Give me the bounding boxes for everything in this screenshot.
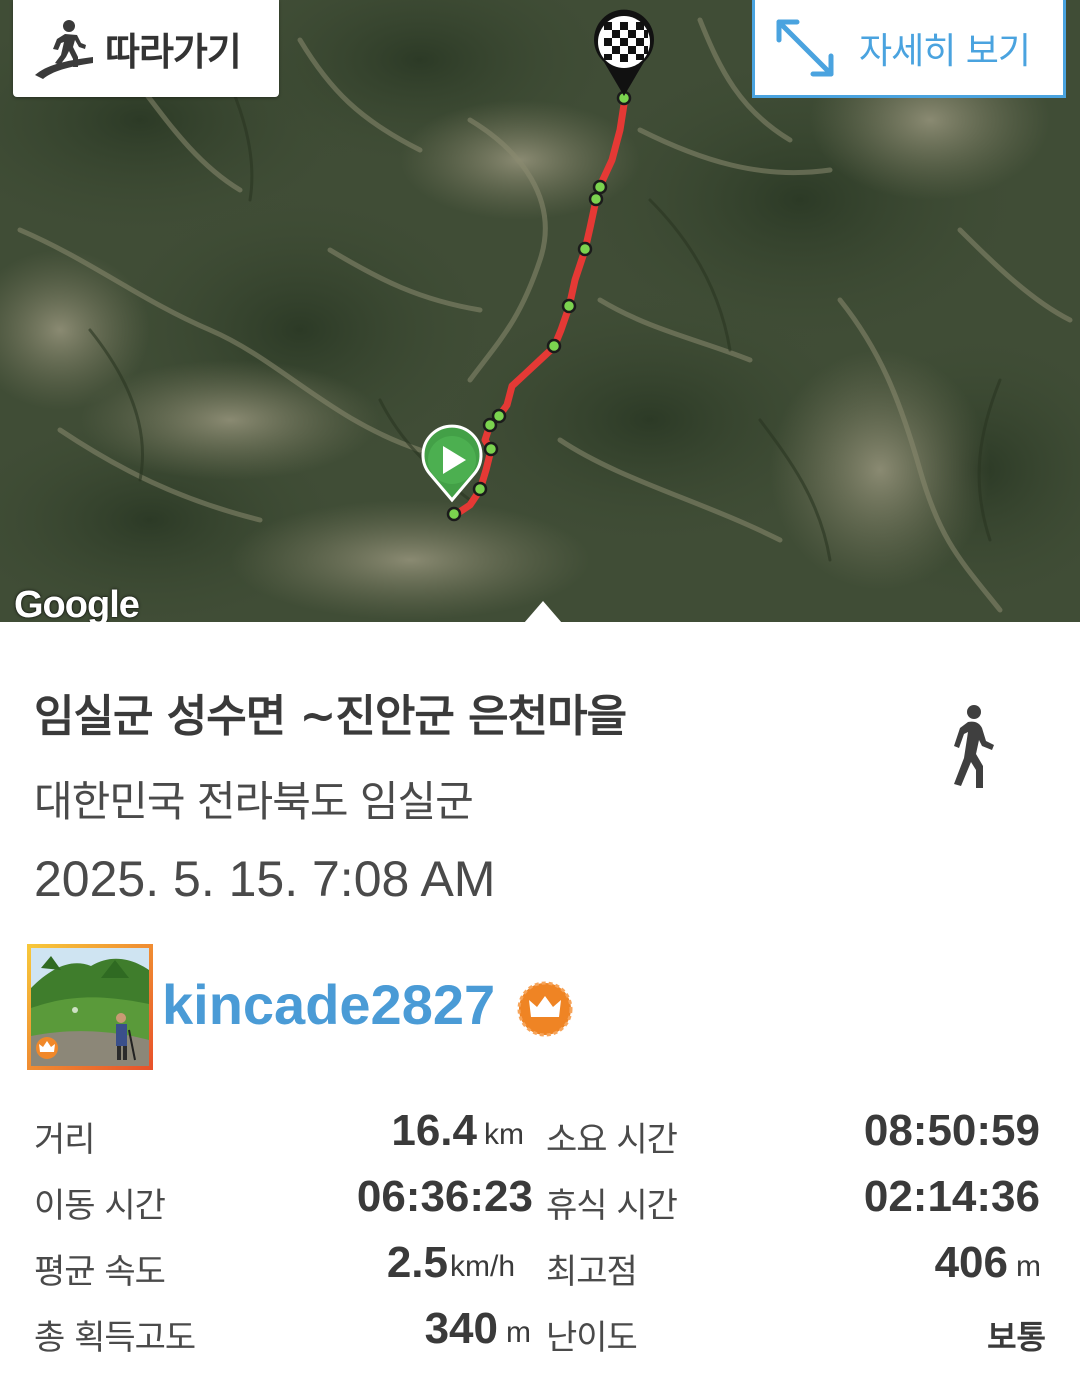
follow-button[interactable]: 따라가기 bbox=[13, 0, 279, 97]
max-altitude-unit: m bbox=[1016, 1250, 1041, 1283]
total-time-value: 08:50:59 bbox=[863, 1106, 1040, 1155]
map-view[interactable]: 따라가기 자세히 보기 Google bbox=[0, 0, 1080, 622]
follow-label: 따라가기 bbox=[105, 30, 242, 74]
expand-arrows-icon bbox=[776, 19, 834, 76]
total-ascent-label: 총 획득고도 bbox=[34, 1318, 196, 1358]
rest-time-label: 휴식 시간 bbox=[546, 1186, 678, 1226]
total-time-label: 소요 시간 bbox=[546, 1120, 678, 1160]
avg-speed-unit: km/h bbox=[450, 1250, 516, 1283]
avatar[interactable] bbox=[27, 944, 153, 1070]
google-attribution: Google bbox=[14, 584, 140, 622]
moving-time-value: 06:36:23 bbox=[356, 1172, 533, 1221]
username-link[interactable]: kincade2827 bbox=[162, 972, 495, 1037]
avg-speed-value: 2.5 bbox=[386, 1238, 448, 1287]
record-datetime: 2025. 5. 15. 7:08 AM bbox=[34, 851, 496, 907]
difficulty-label: 난이도 bbox=[546, 1318, 638, 1358]
distance-unit: km bbox=[484, 1118, 524, 1151]
record-region: 대한민국 전라북도 임실군 bbox=[34, 777, 474, 826]
moving-time-label: 이동 시간 bbox=[34, 1186, 166, 1226]
distance-label: 거리 bbox=[34, 1120, 96, 1160]
avg-speed-label: 평균 속도 bbox=[34, 1252, 166, 1292]
total-ascent-unit: m bbox=[506, 1316, 531, 1349]
record-title: 임실군 성수면 ~진안군 은천마을 bbox=[34, 691, 627, 742]
map-pointer-notch bbox=[524, 601, 562, 623]
max-altitude-label: 최고점 bbox=[546, 1252, 638, 1292]
record-info-panel: 임실군 성수면 ~진안군 은천마을 대한민국 전라북도 임실군 2025. 5.… bbox=[0, 622, 1080, 1381]
total-ascent-value: 340 bbox=[424, 1304, 498, 1353]
avatar-photo bbox=[31, 948, 149, 1066]
detail-view-button[interactable]: 자세히 보기 bbox=[752, 0, 1066, 98]
distance-value: 16.4 bbox=[391, 1106, 477, 1155]
max-altitude-value: 406 bbox=[934, 1238, 1008, 1287]
crown-icon bbox=[517, 981, 573, 1037]
walker-on-path-icon bbox=[35, 19, 93, 79]
rest-time-value: 02:14:36 bbox=[863, 1172, 1040, 1221]
difficulty-value: 보통 bbox=[987, 1318, 1046, 1356]
detail-view-label: 자세히 보기 bbox=[859, 30, 1031, 72]
walking-person-icon bbox=[954, 705, 994, 788]
